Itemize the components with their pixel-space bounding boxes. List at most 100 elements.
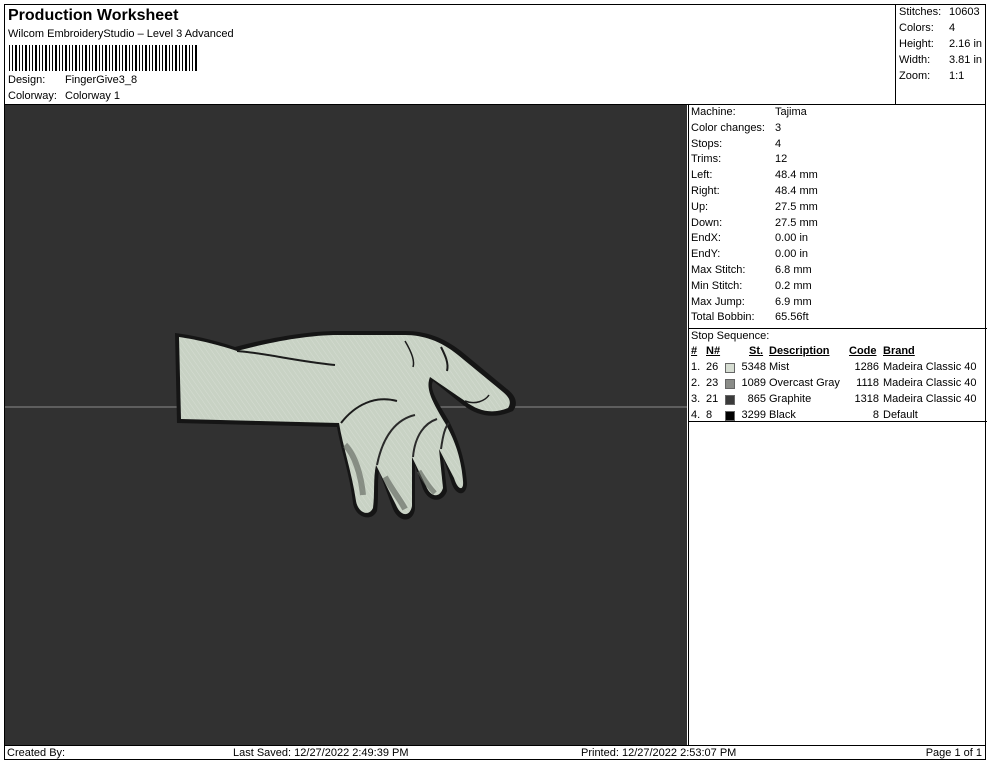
info-value: 27.5 mm xyxy=(775,216,818,229)
color-swatch xyxy=(725,411,735,421)
stat-zoom: Zoom: 1:1 xyxy=(899,70,965,82)
machine-info-row: Right: 48.4 mm xyxy=(691,185,818,197)
color-code: 1118 xyxy=(856,377,879,389)
col-description: Description xyxy=(769,345,830,357)
info-label: Down: xyxy=(691,216,723,229)
stop-sequence-title: Stop Sequence: xyxy=(691,330,770,342)
panel-divider-bottom xyxy=(689,421,987,422)
color-swatch xyxy=(725,363,735,373)
machine-info-row: EndX: 0.00 in xyxy=(691,232,808,244)
color-code: 1286 xyxy=(854,361,879,373)
thread-brand: Default xyxy=(883,409,918,421)
panel-divider xyxy=(689,328,987,329)
info-value: 0.2 mm xyxy=(775,279,812,292)
thread-brand: Madeira Classic 40 xyxy=(883,361,977,373)
machine-info-row: Max Jump: 6.9 mm xyxy=(691,296,812,308)
machine-info-row: Trims: 12 xyxy=(691,153,787,165)
worksheet-footer: Created By: Last Saved: 12/27/2022 2:49:… xyxy=(5,745,986,760)
info-label: Up: xyxy=(691,200,709,213)
color-description: Mist xyxy=(769,361,790,373)
info-label: Trims: xyxy=(691,153,722,166)
stitch-count: 3299 xyxy=(741,409,766,421)
col-stitches: St. xyxy=(749,345,764,357)
info-value: 0.00 in xyxy=(775,248,809,261)
seq-number: 2. xyxy=(691,377,701,389)
info-label: Max Stitch: xyxy=(691,264,746,276)
info-label: Left: xyxy=(691,169,713,182)
machine-info-row: Up: 27.5 mm xyxy=(691,201,818,213)
color-swatch xyxy=(725,379,735,389)
machine-info-row: EndY: 0.00 in xyxy=(691,248,808,260)
info-value: 3 xyxy=(775,121,782,134)
design-stats: Stitches: 10603 Colors: 4 Height: 2.16 in W… xyxy=(895,5,986,104)
info-label: Color changes: xyxy=(691,121,765,134)
colorway-label: Colorway: xyxy=(8,90,57,102)
stitch-count: 5348 xyxy=(741,361,766,373)
production-worksheet: Production Worksheet Wilcom EmbroiderySt… xyxy=(4,4,987,760)
info-value: Tajima xyxy=(775,106,807,118)
info-label: EndY: xyxy=(691,248,721,261)
last-saved: Last Saved: 12/27/2022 2:49:39 PM xyxy=(233,747,409,759)
machine-info-row: Machine: Tajima xyxy=(691,106,807,118)
color-description: Overcast Gray xyxy=(769,377,840,389)
col-code: Code xyxy=(849,345,877,357)
info-value: 0.00 in xyxy=(775,232,809,245)
color-description: Black xyxy=(769,409,796,421)
col-needle: N# xyxy=(706,345,721,357)
created-by: Created By: xyxy=(7,747,66,759)
info-label: Machine: xyxy=(691,106,736,118)
info-value: 12 xyxy=(775,153,788,166)
col-num: # xyxy=(691,345,698,357)
info-label: Right: xyxy=(691,185,720,197)
design-name: FingerGive3_8 xyxy=(65,74,138,86)
needle-number: 26 xyxy=(706,361,719,373)
info-label: EndX: xyxy=(691,232,721,245)
page-title: Production Worksheet xyxy=(8,7,179,24)
info-panel: Machine: Tajima Color changes: 3 Stops: 4 Trim… xyxy=(688,105,987,745)
hand-design xyxy=(175,331,516,520)
seq-number: 4. xyxy=(691,409,701,421)
machine-info-row: Min Stitch: 0.2 mm xyxy=(691,280,812,292)
color-code: 8 xyxy=(872,409,879,421)
page-number: Page 1 of 1 xyxy=(925,747,982,759)
stop-sequence-row: 1. 26 5348 Mist 1286 Madeira Classic 40 xyxy=(691,361,987,375)
barcode xyxy=(9,45,199,71)
machine-info-row: Down: 27.5 mm xyxy=(691,217,818,229)
info-value: 48.4 mm xyxy=(775,185,818,197)
info-value: 6.8 mm xyxy=(775,264,812,276)
thread-brand: Madeira Classic 40 xyxy=(883,393,977,405)
color-code: 1318 xyxy=(854,393,879,405)
stat-colors: Colors: 4 xyxy=(899,22,956,34)
machine-info-row: Max Stitch: 6.8 mm xyxy=(691,264,812,276)
thread-brand: Madeira Classic 40 xyxy=(883,377,977,389)
design-label: Design: xyxy=(8,74,46,86)
needle-number: 21 xyxy=(706,393,719,405)
info-label: Min Stitch: xyxy=(691,279,743,292)
printed-date: Printed: 12/27/2022 2:53:07 PM xyxy=(581,747,737,759)
software-name: Wilcom EmbroideryStudio – Level 3 Advanc… xyxy=(8,28,234,40)
stat-height: Height: 2.16 in xyxy=(899,38,983,50)
needle-number: 8 xyxy=(706,409,713,421)
machine-info-row: Left: 48.4 mm xyxy=(691,169,818,181)
color-description: Graphite xyxy=(769,393,812,405)
stop-sequence-row: 3. 21 865 Graphite 1318 Madeira Classic 40 xyxy=(691,393,987,407)
stop-sequence-row: 2. 23 1089 Overcast Gray 1118 Madeira Classic… xyxy=(691,377,987,391)
stat-stitches: Stitches: 10603 xyxy=(899,6,980,18)
stitch-count: 1089 xyxy=(741,377,766,389)
machine-info-row: Stops: 4 xyxy=(691,138,781,150)
info-label: Max Jump: xyxy=(691,295,745,308)
design-row: Design: FingerGive3_8 xyxy=(8,74,137,86)
colorway-name: Colorway 1 xyxy=(65,90,121,102)
info-value: 27.5 mm xyxy=(775,200,818,213)
machine-info-row: Total Bobbin: 65.56ft xyxy=(691,311,809,323)
seq-number: 1. xyxy=(691,361,701,373)
stat-width: Width: 3.81 in xyxy=(899,54,983,66)
design-preview xyxy=(5,105,687,745)
worksheet-header: Production Worksheet Wilcom EmbroiderySt… xyxy=(5,5,895,104)
seq-number: 3. xyxy=(691,393,701,405)
embroidery-design xyxy=(5,331,687,520)
col-brand: Brand xyxy=(883,345,915,357)
info-value: 65.56ft xyxy=(775,311,809,324)
color-swatch xyxy=(725,395,735,405)
info-label: Stops: xyxy=(691,137,723,150)
